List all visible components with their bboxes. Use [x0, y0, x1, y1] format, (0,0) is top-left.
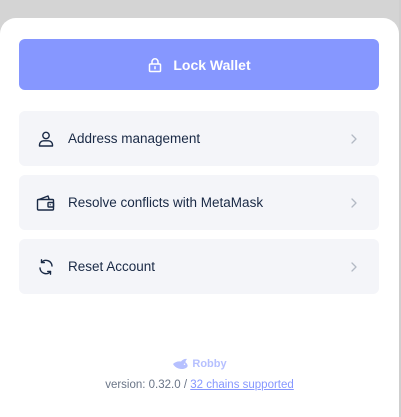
- chevron-right-icon: [349, 261, 359, 273]
- refresh-icon: [36, 257, 56, 277]
- brand-logo: Robby: [0, 358, 399, 370]
- chains-supported-link[interactable]: 32 chains supported: [190, 379, 294, 391]
- lock-wallet-button[interactable]: Lock Wallet: [19, 39, 379, 90]
- menu-item-label: Address management: [68, 131, 201, 146]
- lock-wallet-label: Lock Wallet: [173, 56, 251, 73]
- chevron-right-icon: [349, 133, 359, 145]
- version-text: version: 0.32.0 /: [105, 379, 191, 391]
- menu-item-address-management[interactable]: Address management: [19, 111, 379, 166]
- version-info: version: 0.32.0 / 32 chains supported: [0, 379, 399, 391]
- rabbit-icon: [172, 358, 189, 370]
- menu-item-label: Resolve conflicts with MetaMask: [68, 195, 264, 210]
- lock-icon: [147, 57, 163, 73]
- brand-name: Robby: [192, 358, 227, 370]
- menu-item-reset-account[interactable]: Reset Account: [19, 239, 379, 294]
- wallet-icon: [36, 193, 56, 213]
- menu-item-resolve-conflicts[interactable]: Resolve conflicts with MetaMask: [19, 175, 379, 230]
- user-icon: [36, 129, 56, 149]
- settings-panel: Lock Wallet Address management Resolve c…: [0, 18, 399, 417]
- chevron-right-icon: [349, 197, 359, 209]
- menu-item-label: Reset Account: [68, 259, 156, 274]
